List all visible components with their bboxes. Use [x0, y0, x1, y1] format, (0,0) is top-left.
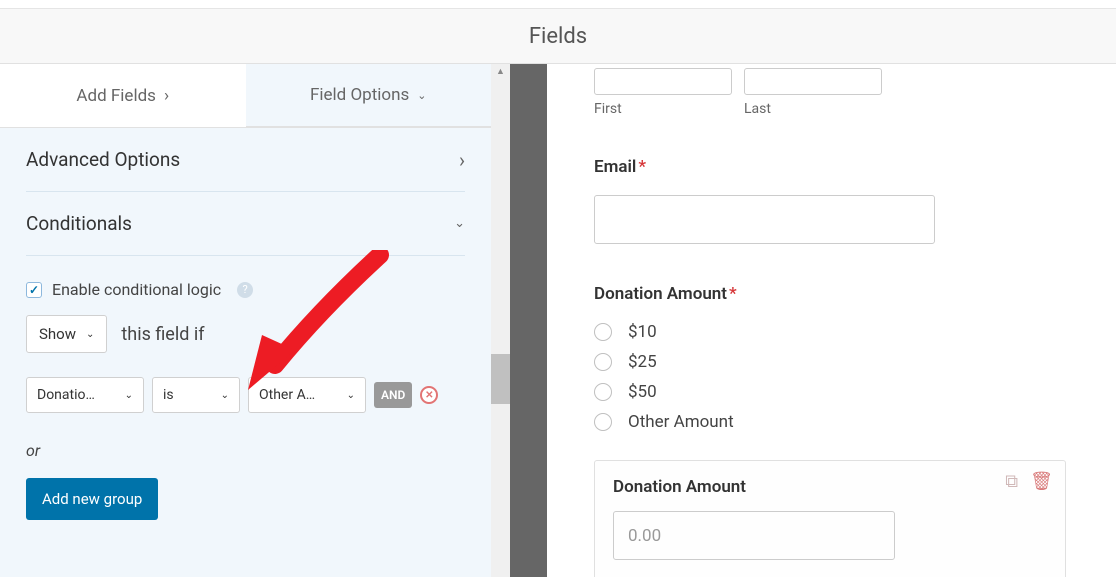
radio-option-25[interactable]: $25: [594, 352, 1066, 372]
form-preview: First Last Email* Donation Amount* $10 $…: [547, 64, 1116, 577]
top-bar: [0, 0, 1116, 9]
chevron-down-icon: ⌄: [125, 390, 133, 401]
rule-operator-select[interactable]: is ⌄: [152, 377, 240, 413]
enable-conditional-checkbox[interactable]: ✓: [26, 282, 42, 298]
add-new-group-button[interactable]: Add new group: [26, 478, 158, 520]
donation-amount-input[interactable]: 0.00: [613, 511, 895, 560]
options-panel: Advanced Options › Conditionals ⌄ ✓ Enab…: [0, 128, 491, 577]
radio-option-other[interactable]: Other Amount: [594, 412, 1066, 432]
section-conditionals[interactable]: Conditionals ⌄: [26, 192, 465, 256]
tab-field-options[interactable]: Field Options ⌄: [246, 64, 492, 127]
last-name-input[interactable]: [744, 68, 882, 95]
and-button[interactable]: AND: [374, 382, 412, 408]
rule-row: Donatio… ⌄ is ⌄ Other A… ⌄ AND ✕: [26, 377, 465, 413]
rule-field-value: Donatio…: [37, 387, 95, 403]
chevron-down-icon: ⌄: [417, 89, 426, 102]
tab-add-fields[interactable]: Add Fields ›: [0, 64, 246, 127]
chevron-down-icon: ⌄: [347, 390, 355, 401]
required-indicator: *: [638, 157, 646, 177]
tab-bar: Add Fields › Field Options ⌄: [0, 64, 491, 128]
enable-conditional-row: ✓ Enable conditional logic ?: [26, 256, 465, 315]
logic-action-row: Show ⌄ this field if: [26, 315, 465, 353]
section-label: Advanced Options: [26, 148, 180, 171]
chevron-right-icon: ›: [164, 86, 169, 106]
scrollbar[interactable]: ▲: [491, 64, 510, 577]
card-field-label: Donation Amount: [613, 477, 1047, 497]
main-area: Add Fields › Field Options ⌄ Advanced Op…: [0, 64, 1116, 577]
chevron-down-icon: ⌄: [86, 329, 94, 340]
or-label: or: [26, 441, 465, 460]
rule-value-text: Other A…: [259, 387, 315, 403]
radio-option-50[interactable]: $50: [594, 382, 1066, 402]
page-title: Fields: [529, 24, 587, 49]
rule-field-select[interactable]: Donatio… ⌄: [26, 377, 144, 413]
first-name-input[interactable]: [594, 68, 732, 95]
scroll-thumb[interactable]: [491, 354, 510, 404]
radio-option-10[interactable]: $10: [594, 322, 1066, 342]
radio-icon: [594, 383, 612, 401]
email-label: Email*: [594, 157, 1066, 177]
help-icon[interactable]: ?: [237, 282, 253, 298]
trash-icon[interactable]: 🗑: [1030, 471, 1053, 492]
required-indicator: *: [729, 284, 737, 304]
page-header: Fields: [0, 9, 1116, 64]
chevron-right-icon: ›: [459, 148, 465, 172]
donation-options: $10 $25 $50 Other Amount: [594, 322, 1066, 432]
rule-value-select[interactable]: Other A… ⌄: [248, 377, 366, 413]
donation-amount-field-card[interactable]: ⧉ 🗑 Donation Amount 0.00: [594, 460, 1066, 577]
chevron-down-icon: ⌄: [454, 216, 465, 231]
scroll-up-icon[interactable]: ▲: [491, 64, 510, 78]
rule-op-value: is: [163, 387, 174, 403]
radio-icon: [594, 323, 612, 341]
action-select[interactable]: Show ⌄: [26, 315, 107, 353]
radio-icon: [594, 353, 612, 371]
sidebar: Add Fields › Field Options ⌄ Advanced Op…: [0, 64, 491, 577]
logic-suffix: this field if: [121, 324, 204, 345]
section-advanced-options[interactable]: Advanced Options ›: [26, 128, 465, 192]
radio-icon: [594, 413, 612, 431]
donation-amount-label: Donation Amount*: [594, 284, 1066, 304]
tab-label: Add Fields: [76, 86, 156, 106]
last-name-label: Last: [744, 101, 882, 117]
section-label: Conditionals: [26, 212, 132, 235]
card-actions: ⧉ 🗑: [1005, 471, 1053, 492]
duplicate-icon[interactable]: ⧉: [1005, 471, 1018, 492]
action-value: Show: [39, 325, 76, 343]
first-name-label: First: [594, 101, 732, 117]
name-field-row: First Last: [594, 68, 1066, 117]
tab-label: Field Options: [310, 85, 409, 105]
email-input[interactable]: [594, 195, 935, 244]
checkbox-label: Enable conditional logic: [52, 280, 221, 299]
chevron-down-icon: ⌄: [221, 390, 229, 401]
delete-rule-button[interactable]: ✕: [420, 386, 438, 404]
preview-divider: [510, 64, 547, 577]
